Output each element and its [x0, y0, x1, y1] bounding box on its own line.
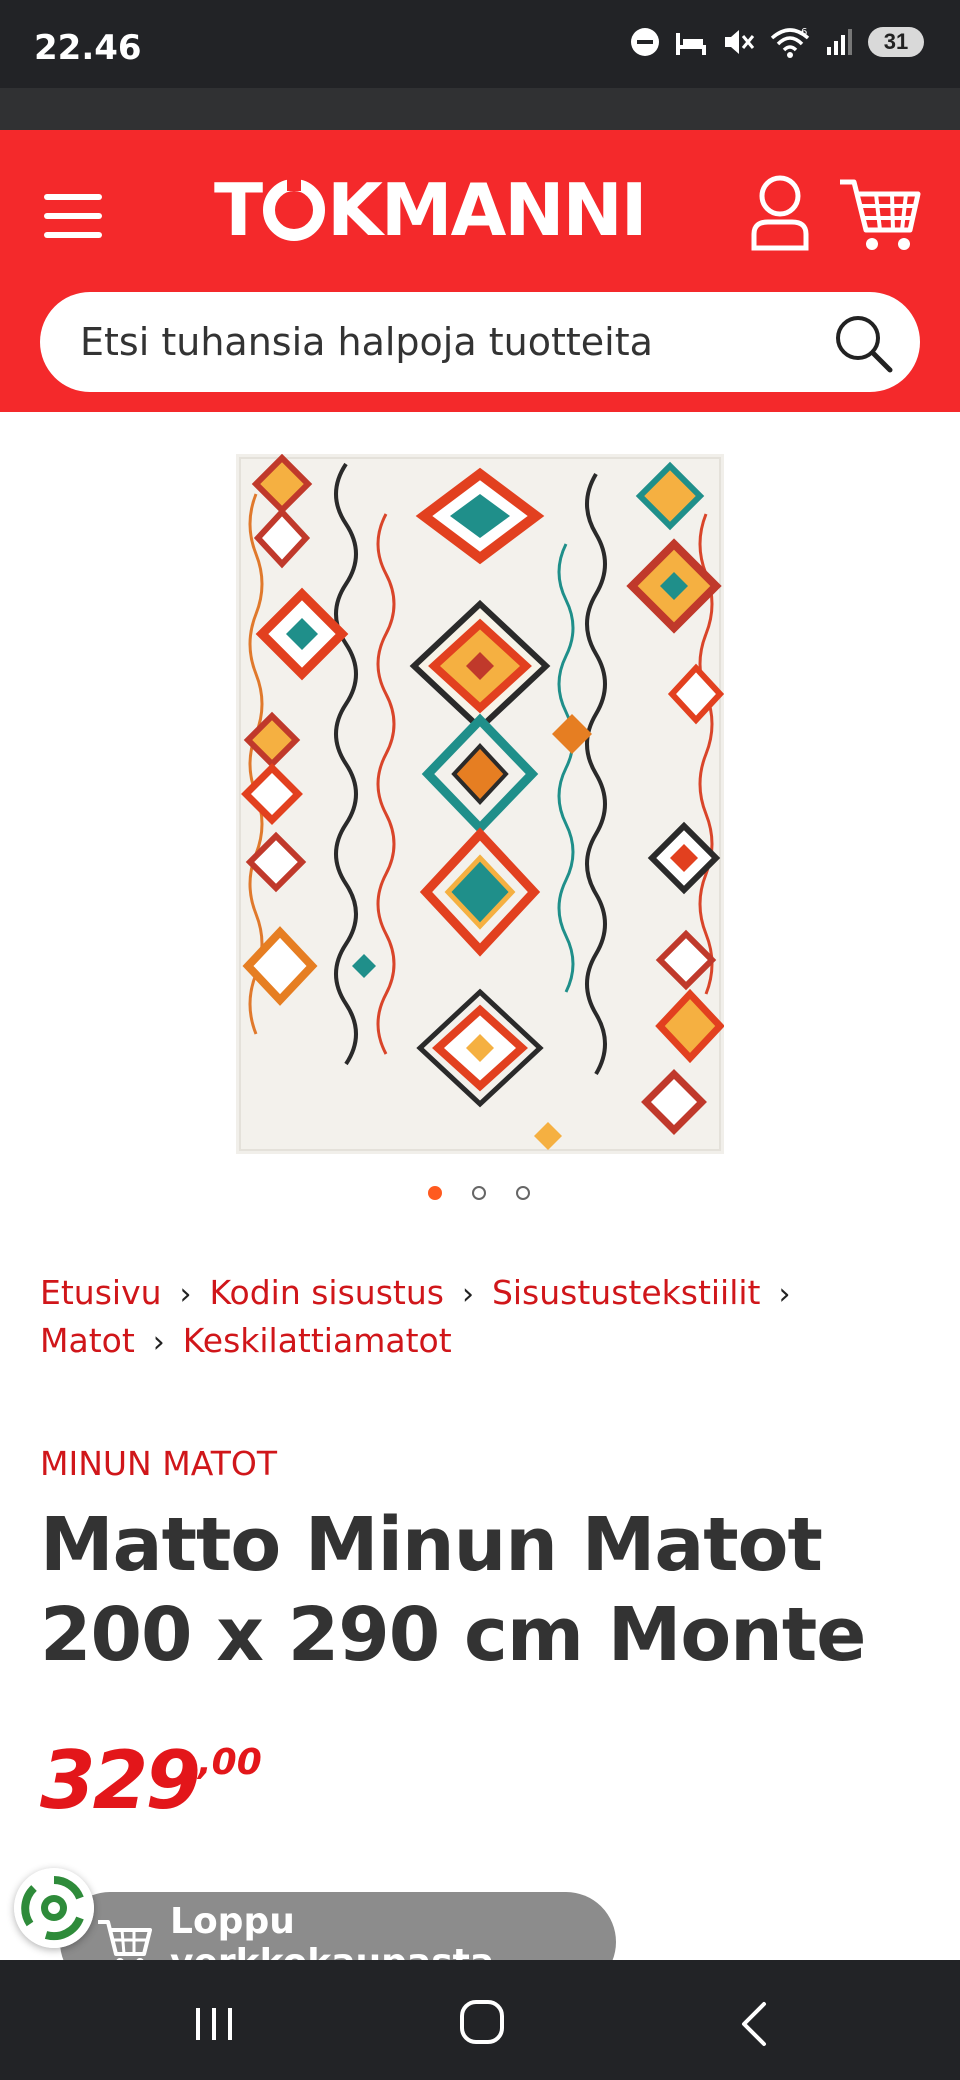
- battery-icon: 31: [868, 27, 924, 57]
- chevron-right-icon: ›: [179, 1277, 192, 1312]
- recent-apps-icon[interactable]: [192, 2006, 236, 2042]
- home-icon[interactable]: [460, 2000, 504, 2044]
- gallery-dot-1[interactable]: [428, 1186, 442, 1200]
- status-bar: 22.46 6 31: [0, 0, 960, 88]
- product-brand-link[interactable]: MINUN MATOT: [40, 1444, 277, 1483]
- breadcrumb-link[interactable]: Kodin sisustus: [210, 1270, 444, 1316]
- site-header: T KMANNI Etsi tuhansia halpoja tuotteita: [0, 130, 960, 412]
- status-icons: 6 31: [630, 26, 924, 58]
- browser-bar: [0, 88, 960, 130]
- tokmanni-logo[interactable]: T KMANNI: [214, 158, 648, 262]
- price-decimals: ,00: [198, 1742, 262, 1783]
- hamburger-menu-icon[interactable]: [40, 186, 106, 246]
- breadcrumb-link[interactable]: Keskilattiamatot: [183, 1318, 452, 1364]
- gallery-dot-2[interactable]: [472, 1186, 486, 1200]
- search-placeholder: Etsi tuhansia halpoja tuotteita: [80, 320, 653, 364]
- product-price: 329,00: [40, 1734, 262, 1827]
- mute-icon: [725, 30, 755, 54]
- do-not-disturb-icon: [631, 28, 659, 56]
- breadcrumb-link[interactable]: Matot: [40, 1318, 135, 1364]
- product-image[interactable]: [236, 454, 724, 1154]
- search-input[interactable]: Etsi tuhansia halpoja tuotteita: [40, 292, 920, 392]
- back-icon[interactable]: [736, 2000, 772, 2048]
- chevron-right-icon: ›: [461, 1277, 474, 1312]
- search-icon[interactable]: [832, 312, 894, 374]
- recycle-widget-icon[interactable]: [14, 1868, 94, 1948]
- product-title: Matto Minun Matot 200 x 290 cm Monte: [40, 1502, 866, 1678]
- status-time: 22.46: [34, 28, 142, 68]
- user-icon[interactable]: [748, 172, 812, 254]
- breadcrumb-link[interactable]: Etusivu: [40, 1270, 162, 1316]
- chevron-right-icon: ›: [152, 1325, 165, 1360]
- gallery-pagination: [428, 1186, 530, 1200]
- cellular-signal-icon: [827, 29, 852, 55]
- cart-icon[interactable]: [838, 172, 922, 254]
- chevron-right-icon: ›: [778, 1277, 791, 1312]
- gallery-dot-3[interactable]: [516, 1186, 530, 1200]
- system-navigation-bar: [0, 1960, 960, 2080]
- wifi-icon: 6: [770, 27, 810, 58]
- price-integer: 329: [40, 1734, 201, 1827]
- sleep-mode-icon: [676, 33, 706, 55]
- breadcrumb-link[interactable]: Sisustustekstiilit: [492, 1270, 761, 1316]
- svg-text:6: 6: [801, 27, 807, 38]
- breadcrumb: Etusivu › Kodin sisustus › Sisustustekstiili…: [40, 1270, 920, 1366]
